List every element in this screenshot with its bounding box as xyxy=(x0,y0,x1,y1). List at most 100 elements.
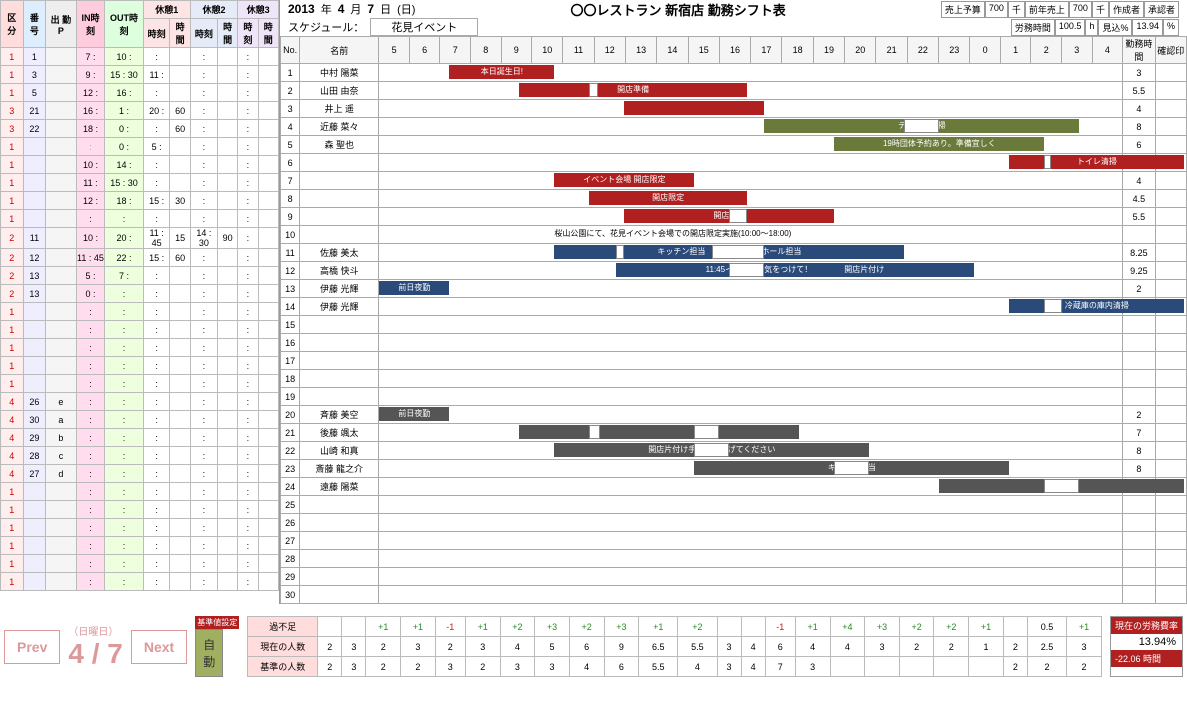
cell-ben[interactable]: a xyxy=(46,411,76,429)
row-name[interactable] xyxy=(300,496,379,514)
cell-in[interactable]: : xyxy=(76,483,105,501)
cell-bangou[interactable]: 13 xyxy=(23,285,46,303)
row-name[interactable] xyxy=(300,226,379,244)
cell-bangou[interactable] xyxy=(23,573,46,591)
bar-area[interactable]: キッチン担当 xyxy=(379,460,1123,478)
cell-kubun[interactable]: 1 xyxy=(1,483,24,501)
row-chk[interactable] xyxy=(1155,172,1186,190)
bar-area[interactable] xyxy=(379,388,1123,406)
shift-bar[interactable]: 19時団体予約あり。準備宜しく xyxy=(834,137,1044,151)
cell-ben[interactable]: e xyxy=(46,393,76,411)
cell-kubun[interactable]: 3 xyxy=(1,120,24,138)
shift-bar[interactable] xyxy=(624,101,764,115)
cell-out[interactable]: 1 : xyxy=(105,102,144,120)
row-chk[interactable] xyxy=(1155,316,1186,334)
cell-out[interactable]: 20 : xyxy=(105,228,144,249)
cell-bangou[interactable] xyxy=(23,210,46,228)
cell-kubun[interactable]: 1 xyxy=(1,303,24,321)
cell-out[interactable]: 18 : xyxy=(105,192,144,210)
row-chk[interactable] xyxy=(1155,334,1186,352)
row-chk[interactable] xyxy=(1155,388,1186,406)
bar-area[interactable]: トイレ清掃 xyxy=(379,154,1123,172)
cell-out[interactable]: 15 : 30 xyxy=(105,66,144,84)
shift-bar[interactable]: 前日夜勤 xyxy=(379,281,449,295)
cell-out[interactable]: : xyxy=(105,555,144,573)
cell-bangou[interactable] xyxy=(23,555,46,573)
cell-in[interactable]: 0 : xyxy=(76,285,105,303)
cell-bangou[interactable]: 29 xyxy=(23,429,46,447)
row-chk[interactable] xyxy=(1155,406,1186,424)
row-name[interactable]: 伊藤 光輝 xyxy=(300,298,379,316)
cell-ben[interactable] xyxy=(46,375,76,393)
cell-in[interactable]: : xyxy=(76,555,105,573)
cell-out[interactable]: 22 : xyxy=(105,249,144,267)
cell-out[interactable]: 7 : xyxy=(105,267,144,285)
row-name[interactable]: 山田 由奈 xyxy=(300,82,379,100)
next-button[interactable]: Next xyxy=(131,630,187,664)
cell-in[interactable]: : xyxy=(76,357,105,375)
row-name[interactable]: 後藤 颯太 xyxy=(300,424,379,442)
cell-ben[interactable] xyxy=(46,285,76,303)
cell-in[interactable]: 16 : xyxy=(76,102,105,120)
cell-kubun[interactable]: 4 xyxy=(1,393,24,411)
bar-area[interactable] xyxy=(379,424,1123,442)
row-name[interactable] xyxy=(300,388,379,406)
cell-in[interactable]: 18 : xyxy=(76,120,105,138)
cell-bangou[interactable]: 21 xyxy=(23,102,46,120)
cell-in[interactable]: 11 : xyxy=(76,174,105,192)
row-name[interactable] xyxy=(300,154,379,172)
bar-area[interactable]: 桜山公園にて、花見イベント会場での開店限定実施(10:00～18:00) xyxy=(379,226,1123,244)
cell-out[interactable]: : xyxy=(105,573,144,591)
cell-kubun[interactable]: 1 xyxy=(1,537,24,555)
cell-out[interactable]: 15 : 30 xyxy=(105,174,144,192)
row-chk[interactable] xyxy=(1155,118,1186,136)
cell-in[interactable]: 11 : 45 xyxy=(76,249,105,267)
row-name[interactable] xyxy=(300,334,379,352)
cell-kubun[interactable]: 4 xyxy=(1,411,24,429)
cell-bangou[interactable] xyxy=(23,192,46,210)
cell-ben[interactable] xyxy=(46,357,76,375)
row-name[interactable]: 斉藤 美空 xyxy=(300,406,379,424)
cell-bangou[interactable]: 26 xyxy=(23,393,46,411)
row-name[interactable] xyxy=(300,370,379,388)
bar-area[interactable]: 11:45インです。気をつけて！ 開店片付け xyxy=(379,262,1123,280)
cell-kubun[interactable]: 4 xyxy=(1,429,24,447)
cell-out[interactable]: : xyxy=(105,411,144,429)
row-chk[interactable] xyxy=(1155,280,1186,298)
row-name[interactable] xyxy=(300,532,379,550)
cell-ben[interactable] xyxy=(46,228,76,249)
cell-ben[interactable] xyxy=(46,321,76,339)
bar-area[interactable]: 開店限定 xyxy=(379,190,1123,208)
row-chk[interactable] xyxy=(1155,100,1186,118)
shift-bar[interactable]: 開店準備 xyxy=(519,83,747,97)
cell-ben[interactable] xyxy=(46,156,76,174)
row-chk[interactable] xyxy=(1155,136,1186,154)
row-chk[interactable] xyxy=(1155,550,1186,568)
cell-in[interactable]: 5 : xyxy=(76,267,105,285)
prev-button[interactable]: Prev xyxy=(4,630,60,664)
cell-ben[interactable] xyxy=(46,84,76,102)
bar-area[interactable] xyxy=(379,478,1123,496)
cell-out[interactable]: : xyxy=(105,537,144,555)
bar-area[interactable]: キッチン担当 ホール担当 xyxy=(379,244,1123,262)
cell-in[interactable]: : xyxy=(76,138,105,156)
cell-out[interactable]: : xyxy=(105,303,144,321)
bar-area[interactable] xyxy=(379,100,1123,118)
shift-bar[interactable]: 開店限定 xyxy=(589,191,747,205)
cell-ben[interactable] xyxy=(46,555,76,573)
row-name[interactable]: 近藤 菜々 xyxy=(300,118,379,136)
cell-ben[interactable] xyxy=(46,66,76,84)
cell-ben[interactable]: d xyxy=(46,465,76,483)
cell-in[interactable]: 12 : xyxy=(76,192,105,210)
row-name[interactable]: 山崎 和真 xyxy=(300,442,379,460)
row-chk[interactable] xyxy=(1155,568,1186,586)
bar-area[interactable] xyxy=(379,334,1123,352)
bar-area[interactable]: 前日夜勤 xyxy=(379,280,1123,298)
bar-area[interactable]: イベント会場 開店限定 xyxy=(379,172,1123,190)
cell-kubun[interactable]: 1 xyxy=(1,66,24,84)
cell-bangou[interactable] xyxy=(23,375,46,393)
shift-bar[interactable]: トイレ清掃 xyxy=(1009,155,1184,169)
row-name[interactable]: 伊藤 光輝 xyxy=(300,280,379,298)
cell-out[interactable]: 0 : xyxy=(105,138,144,156)
bar-area[interactable] xyxy=(379,514,1123,532)
